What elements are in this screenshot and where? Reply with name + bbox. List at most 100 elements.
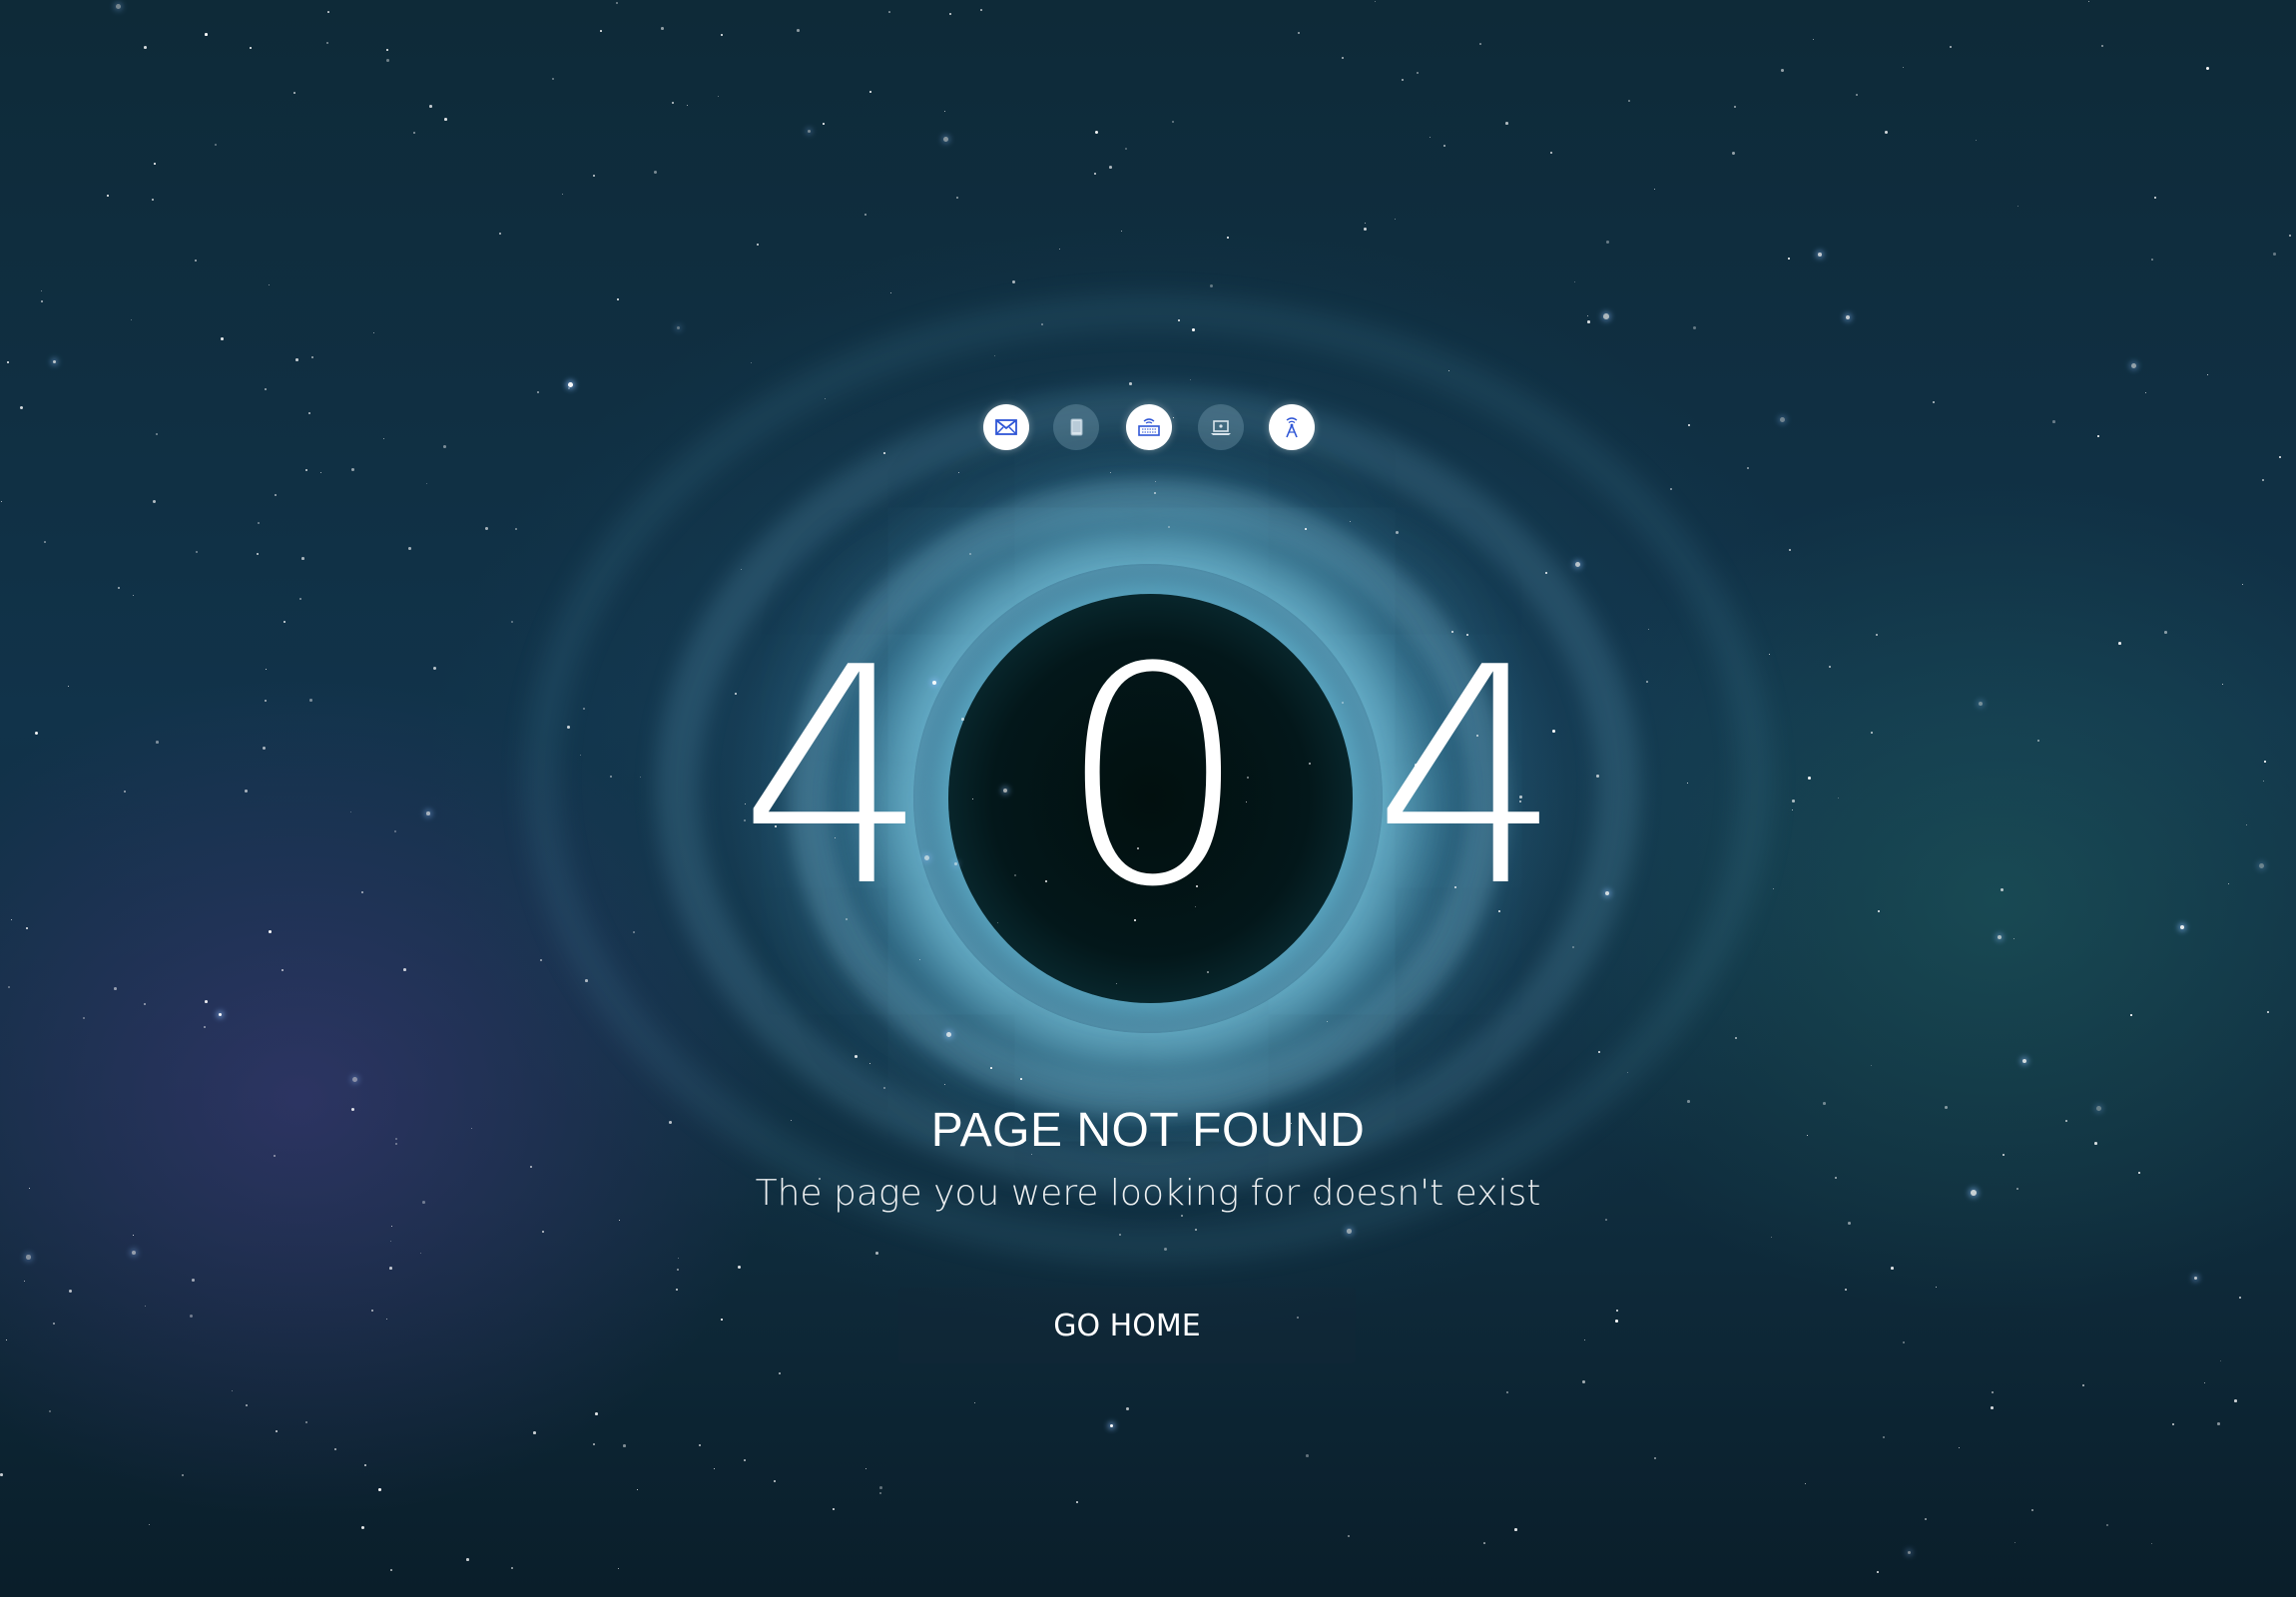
- star: [1688, 424, 1691, 427]
- keyboard-icon-button[interactable]: [1126, 404, 1172, 450]
- star: [334, 1448, 337, 1451]
- star: [1780, 417, 1786, 423]
- star: [116, 4, 121, 9]
- error-code-digit-2: 0: [1058, 604, 1249, 952]
- star: [1417, 72, 1420, 75]
- star: [351, 468, 354, 471]
- star: [1903, 67, 1905, 69]
- star: [1119, 1234, 1121, 1236]
- star: [1306, 1454, 1309, 1457]
- star: [309, 699, 312, 702]
- star: [326, 42, 329, 45]
- star: [1818, 253, 1822, 257]
- star: [1210, 284, 1213, 287]
- star: [1582, 1380, 1585, 1383]
- star: [269, 930, 272, 933]
- star: [114, 987, 117, 990]
- star: [2094, 1142, 2097, 1145]
- star: [1059, 249, 1061, 251]
- star: [408, 547, 411, 550]
- star: [1616, 1310, 1618, 1312]
- star: [263, 747, 266, 750]
- star: [232, 1390, 234, 1392]
- star: [757, 244, 760, 247]
- star: [890, 292, 892, 294]
- star: [677, 1269, 680, 1272]
- star: [2031, 1509, 2034, 1512]
- star: [1788, 258, 1790, 260]
- star: [2154, 197, 2157, 200]
- star: [2267, 1011, 2270, 1014]
- star: [265, 700, 267, 702]
- star: [2151, 1543, 2153, 1545]
- star: [1155, 481, 1156, 482]
- star: [391, 1226, 393, 1228]
- star: [144, 1003, 147, 1006]
- antenna-icon-button[interactable]: [1269, 404, 1315, 450]
- star: [1479, 43, 1481, 45]
- star: [808, 130, 812, 134]
- star: [661, 27, 664, 30]
- star: [888, 11, 890, 13]
- star: [190, 1315, 193, 1318]
- star: [1936, 1287, 1938, 1289]
- star: [1041, 323, 1043, 325]
- error-code-digit-1: 4: [739, 604, 929, 952]
- star: [618, 1568, 620, 1570]
- star: [131, 319, 133, 321]
- star: [1129, 382, 1132, 385]
- star: [145, 1306, 147, 1308]
- laptop-icon-button[interactable]: [1198, 404, 1244, 450]
- star: [623, 1444, 626, 1447]
- go-home-button[interactable]: GO HOME: [898, 1288, 1356, 1363]
- star: [1693, 326, 1696, 329]
- star: [735, 693, 737, 695]
- star: [386, 49, 388, 51]
- star: [1846, 315, 1851, 320]
- star: [156, 741, 159, 744]
- star: [68, 686, 70, 688]
- star: [969, 553, 972, 556]
- star: [1871, 1065, 1873, 1067]
- star: [2279, 456, 2282, 459]
- star: [2016, 1188, 2018, 1190]
- star: [2263, 781, 2265, 783]
- star: [1856, 94, 1858, 96]
- star: [1192, 328, 1195, 331]
- star: [83, 1017, 86, 1020]
- star: [2017, 206, 2019, 208]
- star: [1670, 488, 1672, 490]
- star: [1348, 1535, 1351, 1538]
- star: [1207, 971, 1210, 974]
- star: [153, 500, 156, 503]
- star: [443, 445, 446, 448]
- star: [41, 300, 43, 302]
- star: [714, 1468, 716, 1470]
- tablet-icon-button[interactable]: [1053, 404, 1099, 450]
- star: [257, 553, 260, 556]
- star: [1, 501, 3, 503]
- star: [533, 1431, 536, 1434]
- star: [2001, 888, 2004, 891]
- star: [1110, 1424, 1114, 1428]
- star: [395, 1138, 398, 1141]
- star: [107, 195, 109, 197]
- star: [1545, 572, 1548, 575]
- star: [2180, 925, 2185, 930]
- device-icon-row: [983, 404, 1315, 454]
- star: [2217, 1422, 2220, 1425]
- star: [1945, 1106, 1948, 1109]
- star: [20, 406, 23, 409]
- star: [195, 260, 198, 263]
- star: [958, 472, 960, 474]
- star: [26, 1255, 31, 1260]
- star: [552, 78, 555, 81]
- star: [351, 1108, 354, 1111]
- star: [1813, 39, 1815, 41]
- star: [1991, 1406, 1994, 1409]
- star: [1998, 935, 2003, 940]
- mail-icon-button[interactable]: [983, 404, 1029, 450]
- star: [1823, 1102, 1826, 1105]
- star: [2204, 1382, 2206, 1384]
- star: [956, 197, 958, 199]
